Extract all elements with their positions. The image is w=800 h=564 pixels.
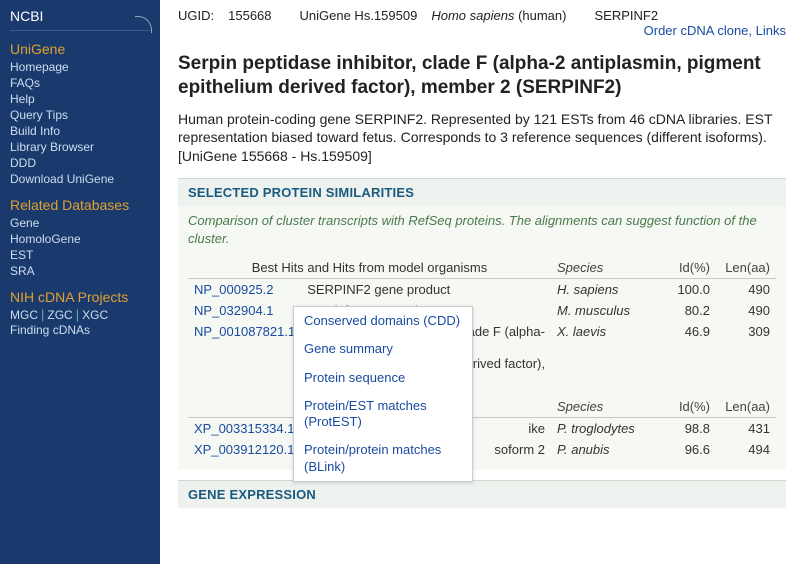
sidebar-heading-related: Related Databases — [10, 197, 150, 213]
accession-link[interactable]: NP_000925.2 — [188, 279, 301, 301]
sidebar-link-sra[interactable]: SRA — [10, 263, 150, 279]
sidebar-link-query-tips[interactable]: Query Tips — [10, 107, 150, 123]
col-id: Id(%) — [661, 396, 716, 418]
page-title: Serpin peptidase inhibitor, clade F (alp… — [178, 52, 786, 100]
sidebar-heading-nih: NIH cDNA Projects — [10, 289, 150, 305]
hit-length: 431 — [716, 418, 776, 440]
hit-length: 494 — [716, 439, 776, 460]
sidebar-link-build-info[interactable]: Build Info — [10, 123, 150, 139]
col-species: Species — [551, 396, 661, 418]
hit-length: 309 — [716, 321, 776, 374]
panel-heading-similarities: SELECTED PROTEIN SIMILARITIES — [178, 179, 786, 206]
panel-heading-gene-expression: GENE EXPRESSION — [178, 481, 786, 508]
hit-length: 490 — [716, 300, 776, 321]
hit-identity: 98.8 — [661, 418, 716, 440]
menu-item-protein-sequence[interactable]: Protein sequence — [294, 364, 472, 392]
sidebar-link-gene[interactable]: Gene — [10, 215, 150, 231]
menu-item-protest[interactable]: Protein/EST matches (ProtEST) — [294, 392, 472, 437]
sidebar-link-faqs[interactable]: FAQs — [10, 75, 150, 91]
accession-link[interactable]: XP_003315334.1 — [188, 418, 301, 440]
hit-identity: 46.9 — [661, 321, 716, 374]
link-links[interactable]: Links — [756, 23, 786, 38]
gene-symbol: SERPINF2 — [594, 8, 658, 23]
gene-expression-panel: GENE EXPRESSION — [178, 480, 786, 508]
panel-caption-similarities: Comparison of cluster transcripts with R… — [188, 212, 776, 247]
brand-ncbi[interactable]: NCBI — [10, 8, 150, 31]
hit-species: P. anubis — [551, 439, 661, 460]
sidebar-link-xgc[interactable]: XGC — [82, 308, 108, 322]
table-row: NP_000925.2 SERPINF2 gene product H. sap… — [188, 279, 776, 301]
hit-identity: 100.0 — [661, 279, 716, 301]
table-row: XP_003912120.1 soform 2 P. anubis 96.6 4… — [188, 439, 776, 460]
sidebar-link-zgc[interactable]: ZGC — [47, 308, 72, 322]
sidebar-link-mgc[interactable]: MGC — [10, 308, 38, 322]
sidebar-heading-unigene: UniGene — [10, 41, 150, 57]
sidebar-link-finding-cdnas[interactable]: Finding cDNAs — [10, 322, 150, 338]
sidebar-link-est[interactable]: EST — [10, 247, 150, 263]
hit-species: P. troglodytes — [551, 418, 661, 440]
hit-identity: 80.2 — [661, 300, 716, 321]
col-id: Id(%) — [661, 257, 716, 279]
col-len: Len(aa) — [716, 257, 776, 279]
table-row: XP_003315334.1 ike P. troglodytes 98.8 4… — [188, 418, 776, 440]
link-order-cdna-clone[interactable]: Order cDNA clone — [644, 23, 749, 38]
menu-item-cdd[interactable]: Conserved domains (CDD) — [294, 307, 472, 335]
hit-desc: SERPINF2 gene product — [301, 279, 551, 301]
table-row: NP_032904.1 Serpinf2 gene product M. mus… — [188, 300, 776, 321]
best-hits-table: Best Hits and Hits from model organisms … — [188, 257, 776, 460]
accession-link[interactable]: NP_032904.1 — [188, 300, 301, 321]
hit-length: 490 — [716, 279, 776, 301]
sidebar-link-download-unigene[interactable]: Download UniGene — [10, 171, 150, 187]
accession-link[interactable]: XP_003912120.1 — [188, 439, 301, 460]
species: Homo sapiens (human) — [431, 8, 580, 23]
sidebar-link-homologene[interactable]: HomoloGene — [10, 231, 150, 247]
hit-species: H. sapiens — [551, 279, 661, 301]
context-menu: Conserved domains (CDD) Gene summary Pro… — [293, 306, 473, 482]
sidebar-link-library-browser[interactable]: Library Browser — [10, 139, 150, 155]
menu-item-gene-summary[interactable]: Gene summary — [294, 335, 472, 363]
protein-similarities-panel: SELECTED PROTEIN SIMILARITIES Comparison… — [178, 178, 786, 470]
col-species: Species — [551, 257, 661, 279]
top-info-bar: UGID:155668 UniGene Hs.159509 Homo sapie… — [178, 8, 786, 38]
top-links: Order cDNA clone, Links — [644, 23, 786, 38]
accession-link[interactable]: NP_001087821.1 — [188, 321, 301, 374]
table-header-title-1: Best Hits and Hits from model organisms — [188, 257, 551, 279]
col-len: Len(aa) — [716, 396, 776, 418]
hit-species: M. musculus — [551, 300, 661, 321]
menu-item-blink[interactable]: Protein/protein matches (BLink) — [294, 436, 472, 481]
sidebar-link-help[interactable]: Help — [10, 91, 150, 107]
sidebar: NCBI UniGene Homepage FAQs Help Query Ti… — [0, 0, 160, 564]
hit-identity: 96.6 — [661, 439, 716, 460]
gene-description: Human protein-coding gene SERPINF2. Repr… — [178, 110, 786, 167]
cluster-id: UniGene Hs.159509 — [300, 8, 418, 23]
ugid: UGID:155668 — [178, 8, 286, 23]
sidebar-link-ddd[interactable]: DDD — [10, 155, 150, 171]
table-row: NP_001087821.1 serpin peptidase inhibito… — [188, 321, 776, 374]
sidebar-link-homepage[interactable]: Homepage — [10, 59, 150, 75]
hit-species: X. laevis — [551, 321, 661, 374]
main-content: UGID:155668 UniGene Hs.159509 Homo sapie… — [160, 0, 800, 564]
